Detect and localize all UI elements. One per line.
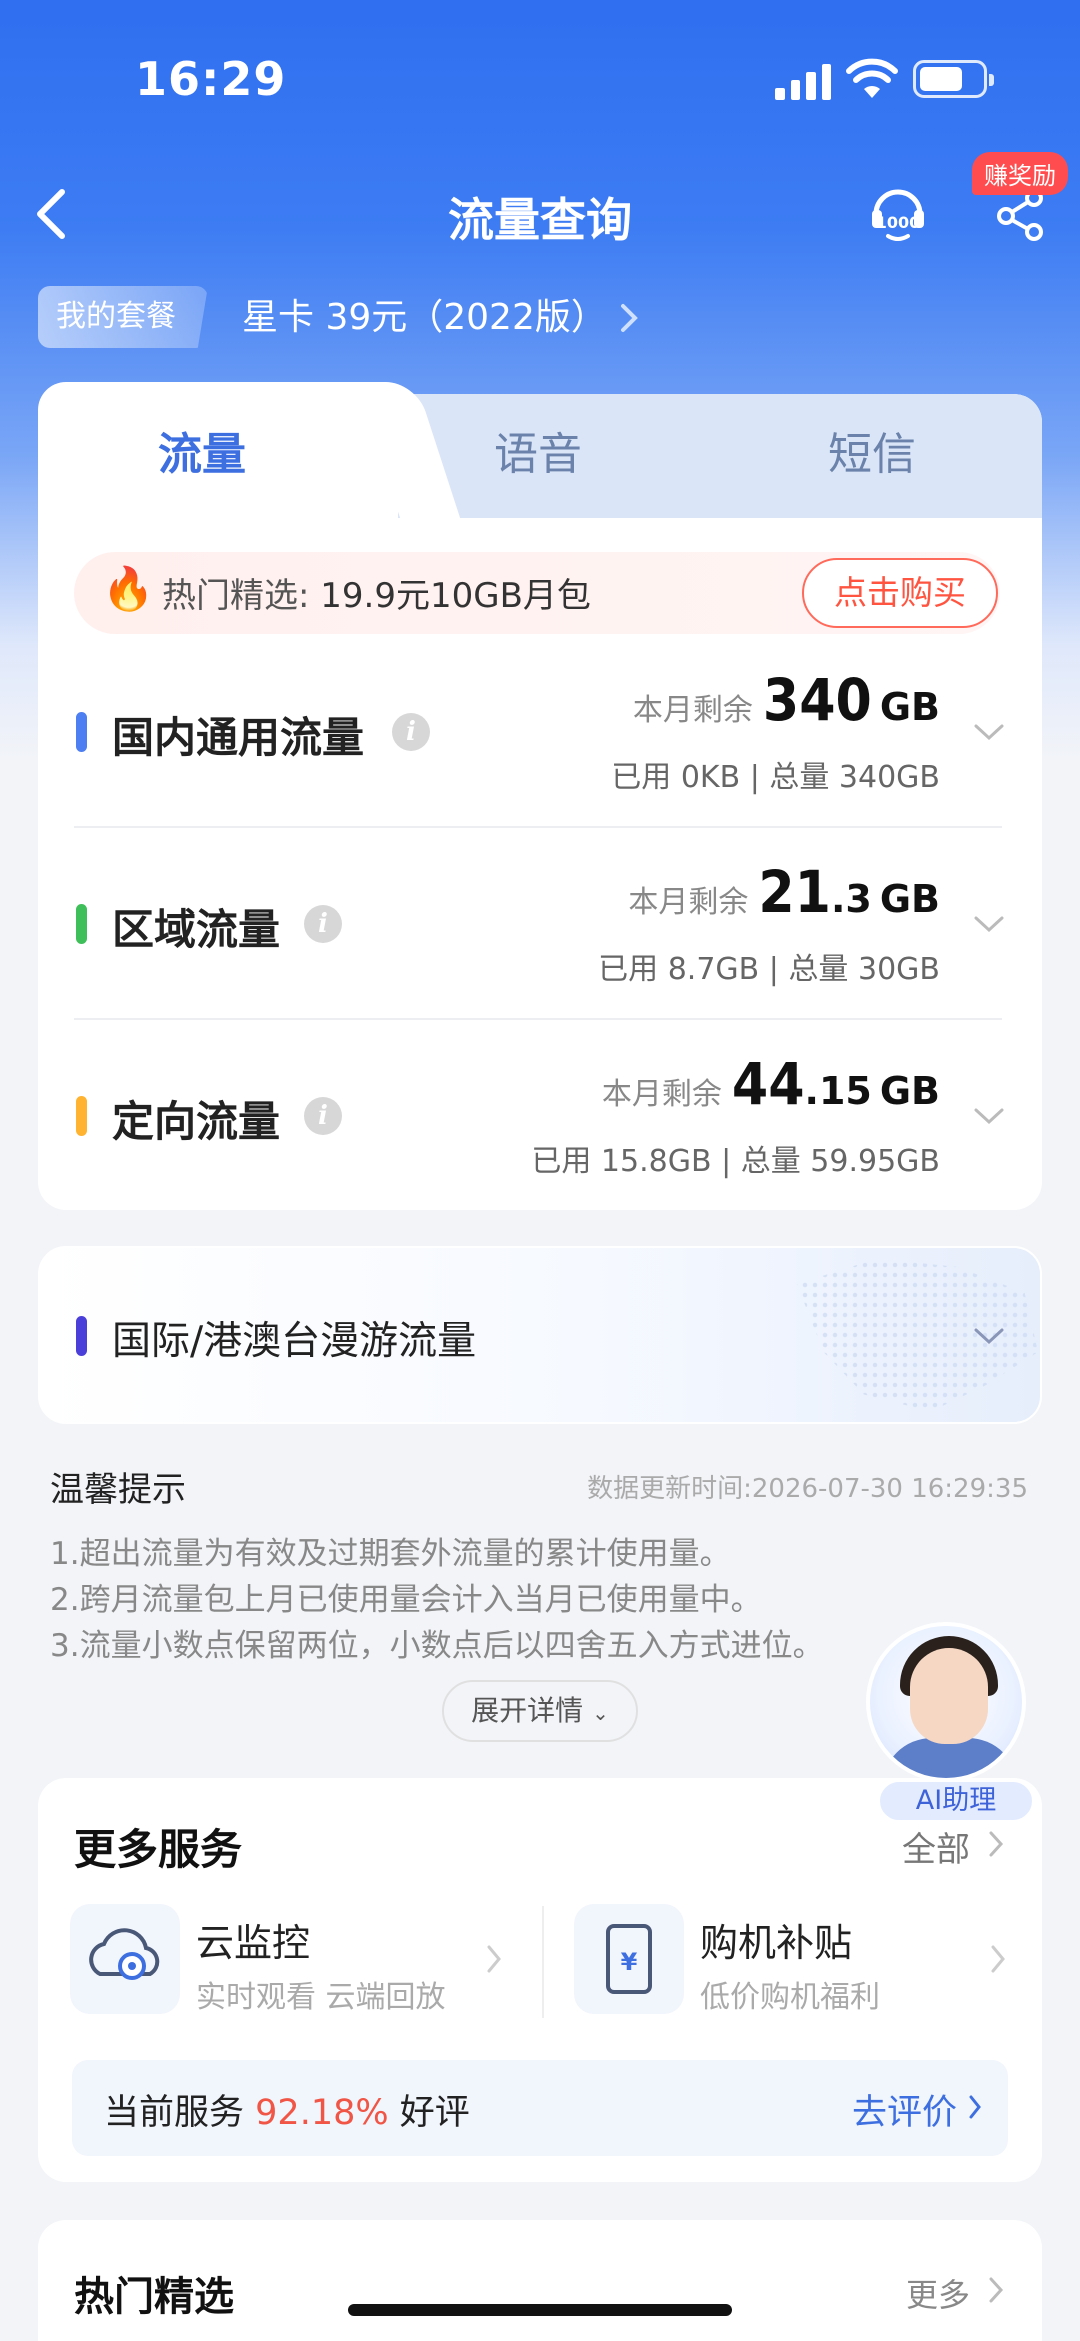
- more-link[interactable]: 更多: [906, 2270, 970, 2316]
- row-color-bar: [76, 1316, 87, 1356]
- expand-details-button[interactable]: 展开详情 ⌄: [442, 1680, 638, 1742]
- my-plan-tag: 我的套餐: [38, 286, 208, 348]
- targeted-remain: 本月剩余 44.15 GB: [601, 1050, 940, 1118]
- rating-text: 当前服务 92.18% 好评: [104, 2093, 470, 2133]
- tab-voice[interactable]: 语音: [494, 418, 582, 482]
- chevron-right-icon: [487, 1945, 501, 1973]
- fire-icon: 🔥: [102, 564, 155, 613]
- chevron-right-icon: [969, 2095, 981, 2119]
- info-icon[interactable]: i: [304, 905, 342, 943]
- svg-text:1000: 1000: [876, 213, 921, 232]
- view-all-link[interactable]: 全部: [902, 1822, 970, 1871]
- customer-service-icon[interactable]: 1000: [866, 182, 930, 246]
- chevron-down-icon[interactable]: [972, 914, 1006, 934]
- divider: [74, 1018, 1002, 1020]
- regional-usage: 已用 8.7GB | 总量 30GB: [598, 952, 940, 987]
- tip-item: 2.跨月流量包上月已使用量会计入当月已使用量中。: [50, 1582, 762, 1618]
- info-icon[interactable]: i: [392, 713, 430, 751]
- tab-bar: 流量 语音 短信: [38, 382, 1042, 518]
- cloud-camera-icon[interactable]: [70, 1904, 180, 2014]
- domestic-remain: 本月剩余 340 GB: [632, 666, 940, 734]
- service-subtitle: 低价购机福利: [700, 1980, 880, 2015]
- buy-button[interactable]: 点击购买: [802, 558, 998, 628]
- targeted-usage: 已用 15.8GB | 总量 59.95GB: [531, 1144, 940, 1179]
- service-name[interactable]: 购机补贴: [700, 1912, 852, 1967]
- signal-icon: [775, 62, 831, 100]
- status-time: 16:29: [135, 52, 287, 106]
- service-name[interactable]: 云监控: [196, 1912, 310, 1967]
- row-color-bar: [76, 1096, 87, 1136]
- regional-data-title: 区域流量: [112, 905, 281, 954]
- domestic-usage: 已用 0KB | 总量 340GB: [611, 760, 940, 795]
- reward-badge[interactable]: 赚奖励: [972, 152, 1068, 195]
- wifi-icon: [846, 58, 898, 98]
- plan-name-link[interactable]: 星卡 39元（2022版）: [242, 292, 639, 344]
- service-subtitle: 实时观看 云端回放: [196, 1980, 446, 2015]
- chevron-down-icon: ⌄: [592, 1701, 609, 1725]
- ai-assistant-avatar[interactable]: [866, 1622, 1026, 1782]
- hot-picks-title: 热门精选: [74, 2274, 234, 2320]
- chevron-down-icon[interactable]: [972, 1326, 1006, 1346]
- rating-percent: 92.18%: [255, 2093, 389, 2133]
- svg-text:¥: ¥: [621, 1948, 638, 1976]
- update-time: 数据更新时间:2026-07-30 16:29:35: [587, 1474, 1028, 1504]
- tab-data[interactable]: 流量: [158, 418, 246, 482]
- more-services-title: 更多服务: [74, 1825, 243, 1874]
- tip-item: 3.流量小数点保留两位，小数点后以四舍五入方式进位。: [50, 1628, 824, 1664]
- roaming-title: 国际/港澳台漫游流量: [112, 1319, 477, 1364]
- home-indicator[interactable]: [348, 2304, 732, 2316]
- divider: [74, 826, 1002, 828]
- domestic-data-title: 国内通用流量: [112, 713, 365, 762]
- tips-title: 温馨提示: [50, 1470, 186, 1510]
- chevron-right-icon: [989, 2277, 1004, 2303]
- ai-assistant-label[interactable]: AI助理: [878, 1780, 1034, 1822]
- rate-button[interactable]: 去评价: [852, 2084, 957, 2135]
- tab-sms[interactable]: 短信: [828, 418, 916, 482]
- divider: [542, 1906, 544, 2018]
- chevron-right-icon: [989, 1831, 1004, 1857]
- regional-remain: 本月剩余 21.3 GB: [628, 858, 940, 926]
- tip-item: 1.超出流量为有效及过期套外流量的累计使用量。: [50, 1536, 731, 1572]
- phone-subsidy-icon[interactable]: ¥: [574, 1904, 684, 2014]
- promo-text: 热门精选: 19.9元10GB月包: [162, 576, 591, 616]
- chevron-down-icon[interactable]: [972, 722, 1006, 742]
- battery-icon: [913, 60, 994, 98]
- chevron-right-icon: [991, 1945, 1005, 1973]
- plan-name: 星卡 39元（2022版）: [242, 297, 607, 338]
- targeted-data-title: 定向流量: [112, 1097, 281, 1146]
- row-color-bar: [76, 712, 87, 752]
- info-icon[interactable]: i: [304, 1097, 342, 1135]
- chevron-down-icon[interactable]: [972, 1106, 1006, 1126]
- chevron-right-icon: [620, 304, 638, 332]
- row-color-bar: [76, 904, 87, 944]
